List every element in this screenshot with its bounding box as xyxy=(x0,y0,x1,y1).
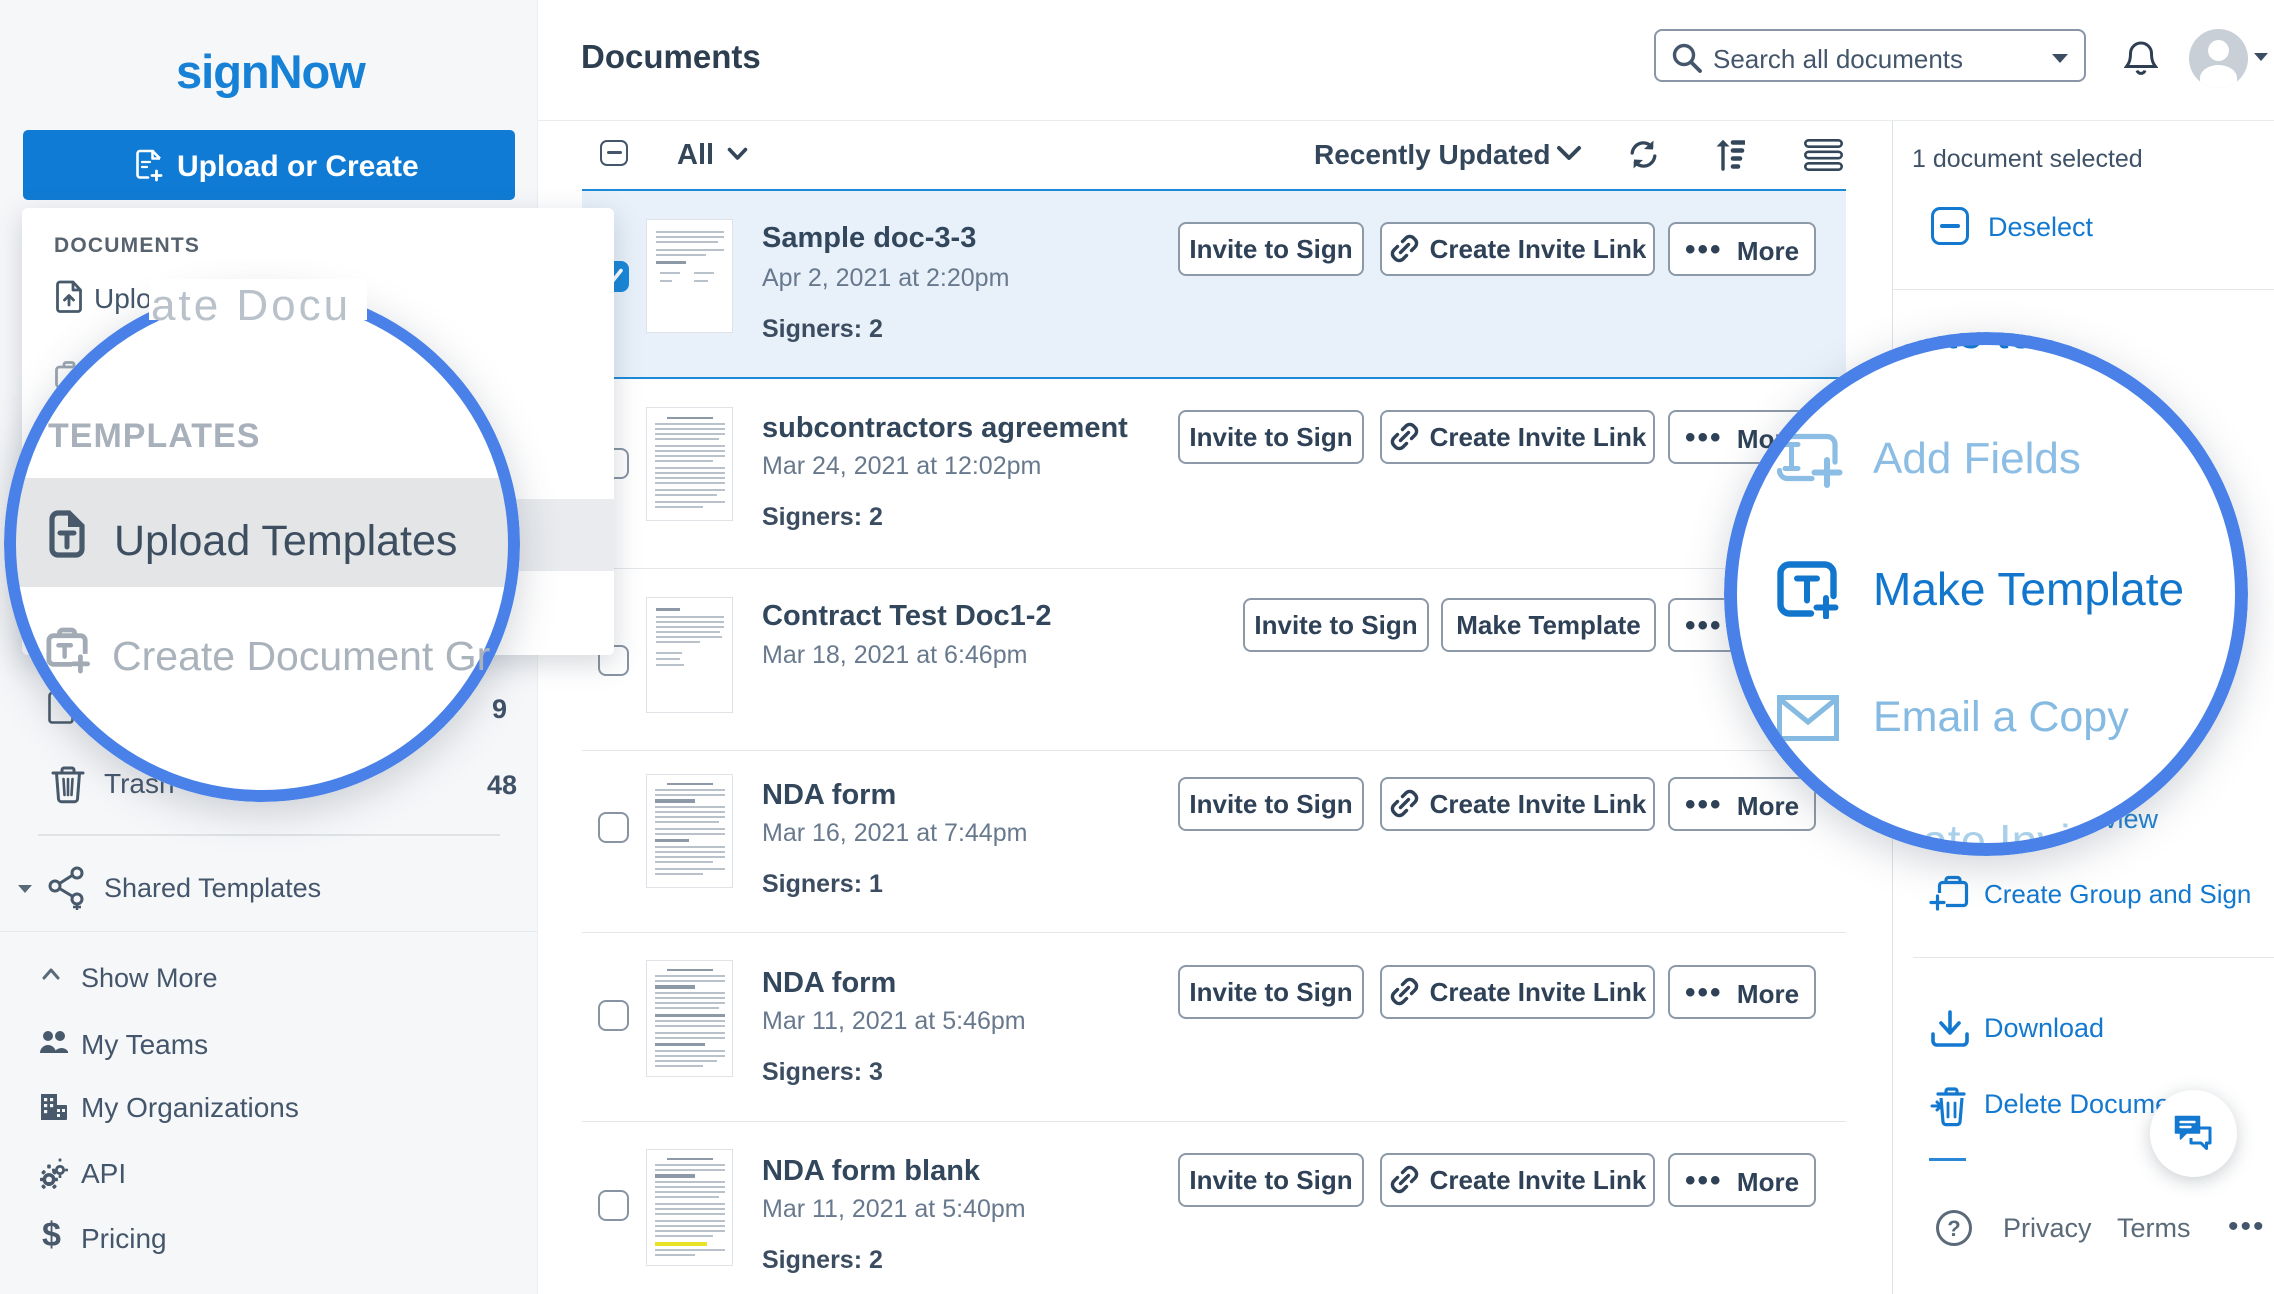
svg-text:?: ? xyxy=(1947,1216,1960,1241)
